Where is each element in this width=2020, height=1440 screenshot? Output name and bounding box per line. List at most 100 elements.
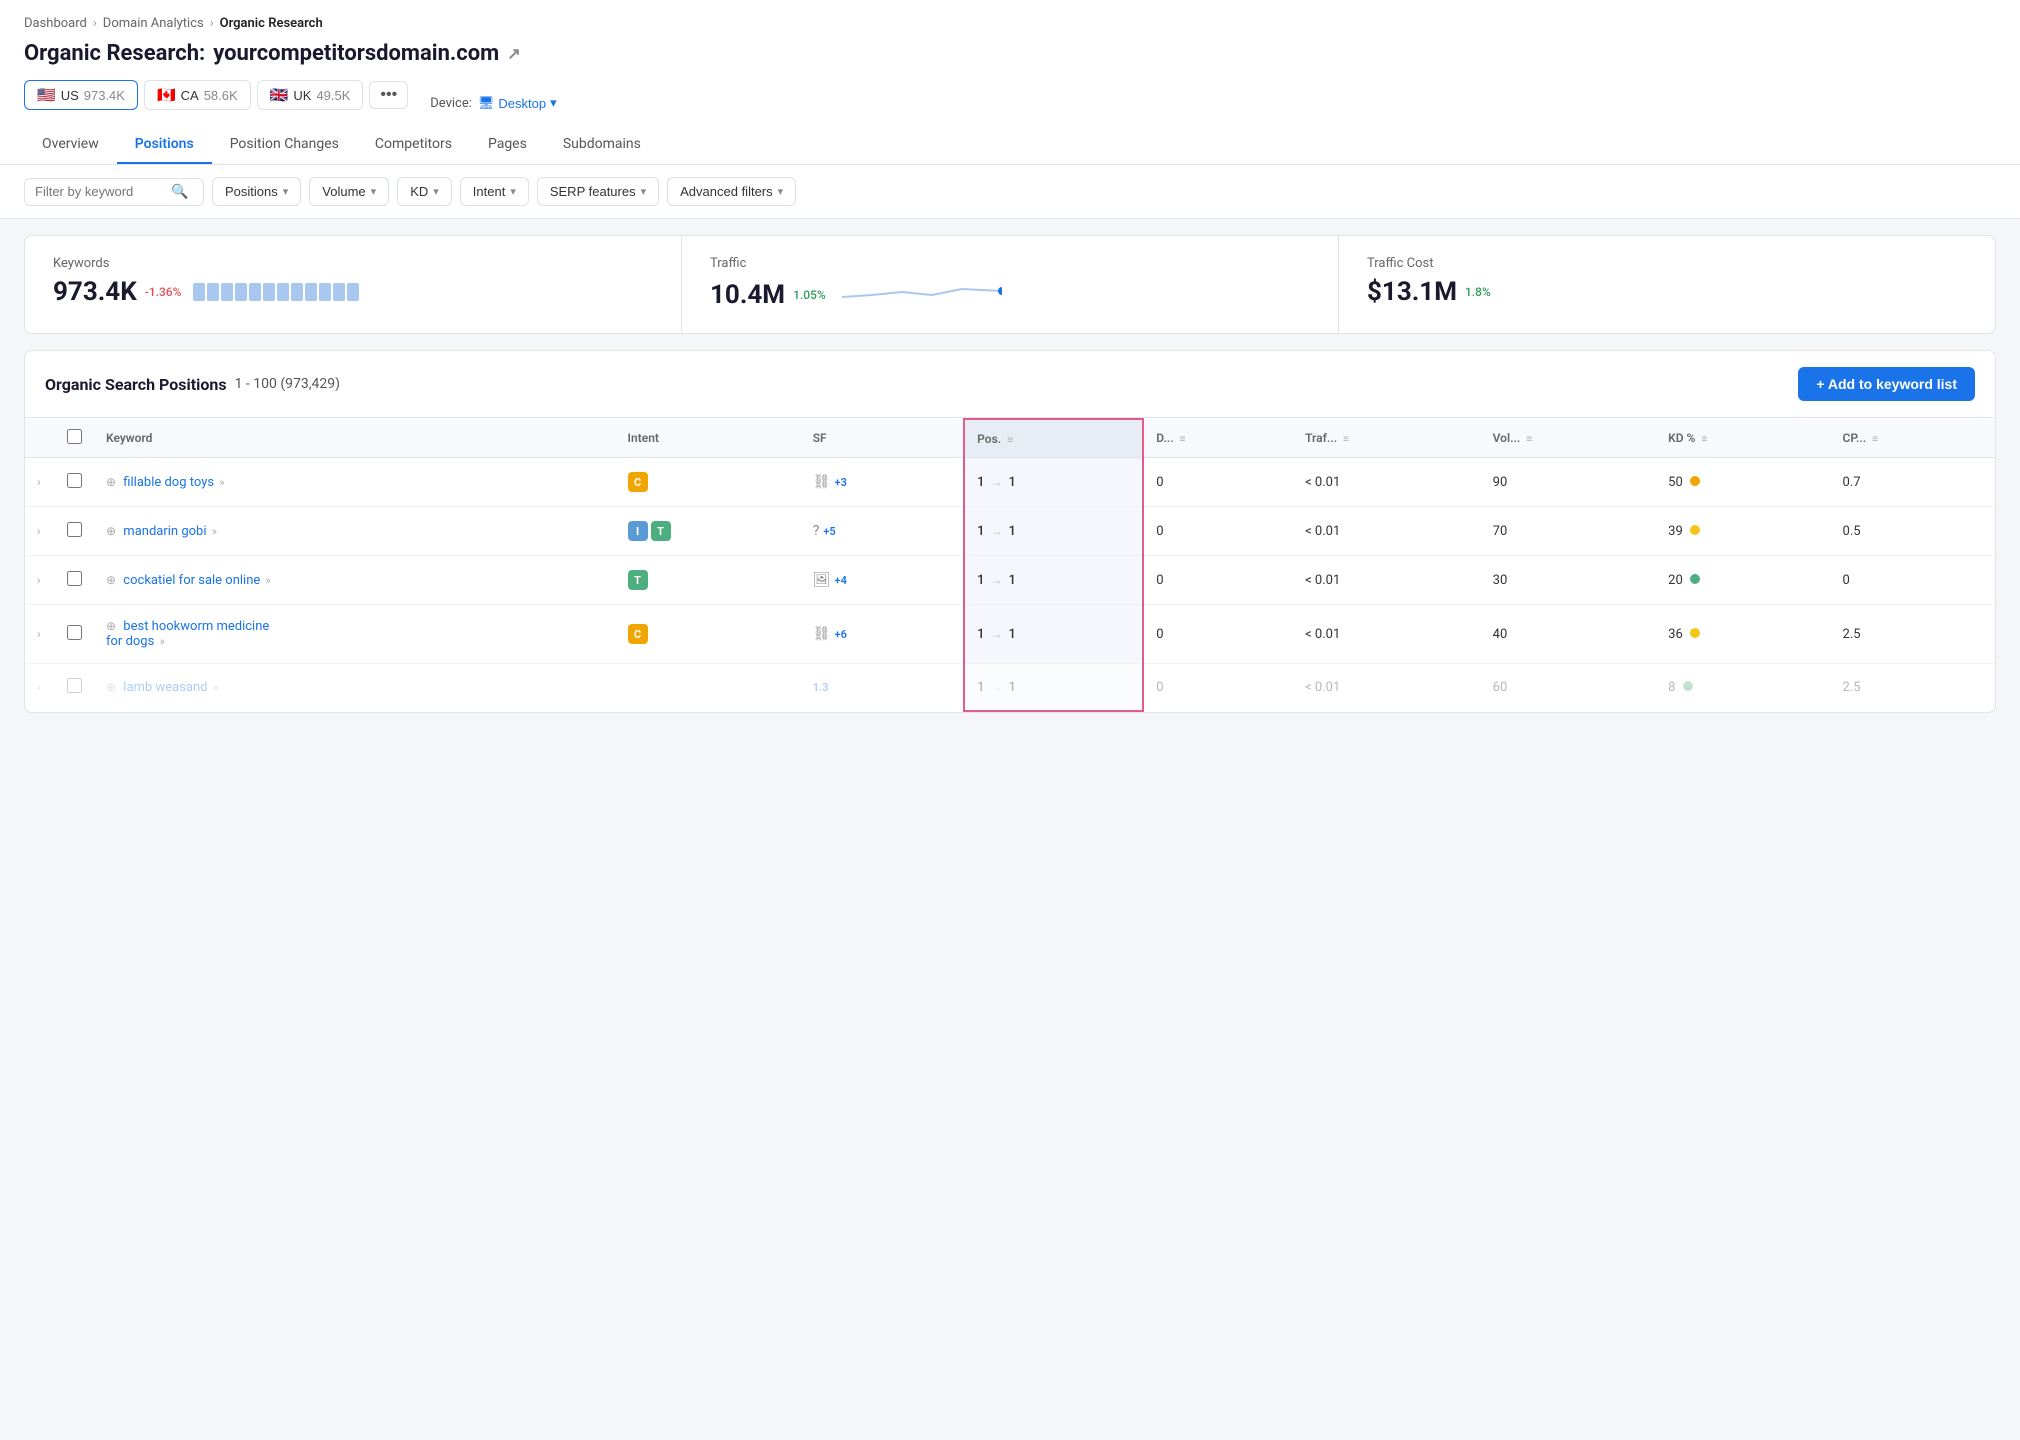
tab-competitors[interactable]: Competitors <box>357 126 470 164</box>
filter-bar: 🔍 Positions ▾ Volume ▾ KD ▾ Intent ▾ SER… <box>0 165 2020 219</box>
sf-cell-4: ⛓ +6 <box>801 605 964 664</box>
keyword-arrows-5: » <box>213 681 218 694</box>
keyword-link-1[interactable]: fillable dog toys <box>123 475 214 490</box>
tab-position-changes[interactable]: Position Changes <box>212 126 357 164</box>
pos-from-3: 1 <box>977 573 984 588</box>
table-header-bar: Organic Search Positions 1 - 100 (973,42… <box>25 351 1995 418</box>
row-checkbox-3[interactable] <box>67 571 82 586</box>
tab-pages[interactable]: Pages <box>470 126 545 164</box>
stat-bar-1 <box>193 283 205 301</box>
country-btn-us[interactable]: 🇺🇸 US 973.4K <box>24 80 138 110</box>
nav-tabs: Overview Positions Position Changes Comp… <box>24 126 1996 164</box>
row-checkbox-2[interactable] <box>67 522 82 537</box>
positions-table: Keyword Intent SF Pos. ≡ D... ≡ Traf... … <box>25 418 1995 712</box>
device-label: Device: <box>430 96 472 111</box>
cpc-sort-icon: ≡ <box>1872 434 1878 445</box>
keyword-arrows-4: » <box>160 635 165 648</box>
pos-from-2: 1 <box>977 524 984 539</box>
sf-icon-4: ⛓ <box>813 626 831 642</box>
breadcrumb-item-domain-analytics[interactable]: Domain Analytics <box>103 16 204 31</box>
filter-kd-btn[interactable]: KD ▾ <box>397 177 452 206</box>
stat-traffic-cost-label: Traffic Cost <box>1367 256 1967 271</box>
expand-cell-5: › <box>25 664 55 712</box>
stat-traffic-chart <box>842 277 1002 313</box>
table-row: › ⊕ fillable dog toys » C ⛓ <box>25 458 1995 507</box>
stat-bar-6 <box>263 283 275 301</box>
intent-badges-4: C <box>628 624 789 644</box>
intent-badge-c-4: C <box>628 624 648 644</box>
breadcrumb-item-dashboard[interactable]: Dashboard <box>24 16 87 31</box>
device-value: Desktop <box>498 96 546 111</box>
keyword-link-4[interactable]: best hookworm medicinefor dogs <box>106 619 269 649</box>
stat-bar-9 <box>305 283 317 301</box>
device-btn[interactable]: 🖥 Desktop ▾ <box>478 95 557 111</box>
expand-btn-4[interactable]: › <box>37 627 41 641</box>
more-countries-btn[interactable]: ••• <box>369 81 408 109</box>
keyword-link-5[interactable]: lamb weasand <box>123 680 207 695</box>
keyword-cell-5: ⊕ lamb weasand » <box>94 664 616 712</box>
country-count-us: 973.4K <box>84 88 125 103</box>
filter-positions-btn[interactable]: Positions ▾ <box>212 177 301 206</box>
pos-content-5: 1 → 1 <box>977 680 1130 695</box>
tab-positions[interactable]: Positions <box>117 126 212 164</box>
cpc-cell-1: 0.7 <box>1831 458 1995 507</box>
tab-subdomains[interactable]: Subdomains <box>545 126 659 164</box>
keyword-cell-2: ⊕ mandarin gobi » <box>94 507 616 556</box>
th-pos: Pos. ≡ <box>964 419 1143 458</box>
row-checkbox-1[interactable] <box>67 473 82 488</box>
keyword-arrows-1: » <box>219 476 224 489</box>
keyword-search-input[interactable] <box>35 184 165 199</box>
stat-keywords-value: 973.4K <box>53 277 137 307</box>
traffic-chart-svg <box>842 277 1002 309</box>
expand-btn-3[interactable]: › <box>37 573 41 587</box>
external-link-icon[interactable]: ↗ <box>507 44 520 63</box>
keyword-link-2[interactable]: mandarin gobi <box>123 524 206 539</box>
pos-cell-2: 1 → 1 <box>964 507 1143 556</box>
intent-cell-2: I T <box>616 507 801 556</box>
pos-arrow-4: → <box>991 627 1003 641</box>
stat-bar-10 <box>319 283 331 301</box>
kd-cell-4: 36 <box>1656 605 1830 664</box>
select-all-checkbox[interactable] <box>67 429 82 444</box>
country-btn-ca[interactable]: 🇨🇦 CA 58.6K <box>144 80 251 110</box>
traffic-cell-4: < 0.01 <box>1293 605 1481 664</box>
filter-volume-label: Volume <box>322 184 365 199</box>
sf-content-4: ⛓ +6 <box>813 626 951 642</box>
pos-from-1: 1 <box>977 475 984 490</box>
row-checkbox-4[interactable] <box>67 625 82 640</box>
filter-advanced-label: Advanced filters <box>680 184 773 199</box>
filter-volume-btn[interactable]: Volume ▾ <box>309 177 389 206</box>
sf-plus-4: +6 <box>835 628 847 641</box>
intent-badges-1: C <box>628 472 789 492</box>
kd-cell-1: 50 <box>1656 458 1830 507</box>
tab-overview[interactable]: Overview <box>24 126 117 164</box>
sf-content-1: ⛓ +3 <box>813 474 951 490</box>
flag-us: 🇺🇸 <box>37 86 56 104</box>
pos-to-2: 1 <box>1009 524 1016 539</box>
diff-cell-5: 0 <box>1143 664 1293 712</box>
filter-intent-chevron: ▾ <box>510 185 516 198</box>
expand-btn-1[interactable]: › <box>37 475 41 489</box>
sf-cell-5: 1.3 <box>801 664 964 712</box>
stat-traffic-cost-value: $13.1M <box>1367 277 1457 307</box>
intent-badge-t-3: T <box>628 570 648 590</box>
expand-btn-2[interactable]: › <box>37 524 41 538</box>
filter-advanced-btn[interactable]: Advanced filters ▾ <box>667 177 796 206</box>
add-to-keyword-list-button[interactable]: + Add to keyword list <box>1798 367 1975 401</box>
top-section: Dashboard › Domain Analytics › Organic R… <box>0 0 2020 165</box>
filter-volume-chevron: ▾ <box>371 185 377 198</box>
country-btn-uk[interactable]: 🇬🇧 UK 49.5K <box>257 80 364 110</box>
expand-cell-2: › <box>25 507 55 556</box>
pos-from-4: 1 <box>977 627 984 642</box>
sf-plus-1: +3 <box>835 476 847 489</box>
expand-btn-5[interactable]: › <box>37 680 41 694</box>
pos-cell-4: 1 → 1 <box>964 605 1143 664</box>
filter-serp-btn[interactable]: SERP features ▾ <box>537 177 659 206</box>
sf-cell-2: ? +5 <box>801 507 964 556</box>
stat-bar-5 <box>249 283 261 301</box>
filter-intent-btn[interactable]: Intent ▾ <box>460 177 529 206</box>
stat-bar-2 <box>207 283 219 301</box>
keyword-link-3[interactable]: cockatiel for sale online <box>123 573 260 588</box>
sf-cell-3: 🖼 +4 <box>801 556 964 605</box>
row-checkbox-5[interactable] <box>67 678 82 693</box>
